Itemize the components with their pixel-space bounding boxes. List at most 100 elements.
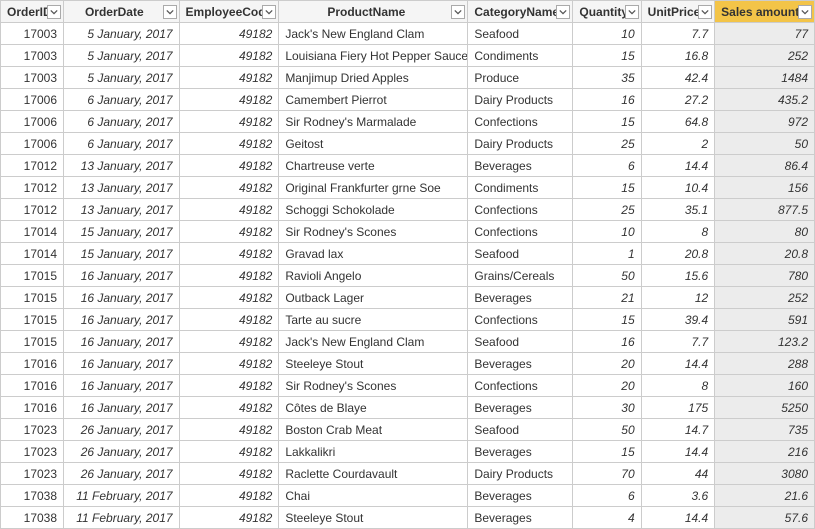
table-row[interactable]: 1701213 January, 201749182Original Frank… <box>1 177 815 199</box>
table-row[interactable]: 1701415 January, 201749182Sir Rodney's S… <box>1 221 815 243</box>
cell-employeecode: 49182 <box>179 375 279 397</box>
cell-orderid: 17003 <box>1 45 64 67</box>
cell-productname: Jack's New England Clam <box>279 23 468 45</box>
cell-orderid: 17006 <box>1 133 64 155</box>
cell-orderdate: 15 January, 2017 <box>64 243 180 265</box>
table-row[interactable]: 1702326 January, 201749182Boston Crab Me… <box>1 419 815 441</box>
table-row[interactable]: 1701516 January, 201749182Tarte au sucre… <box>1 309 815 331</box>
cell-categoryname: Grains/Cereals <box>468 265 573 287</box>
filter-dropdown-icon[interactable] <box>625 5 639 19</box>
cell-quantity: 70 <box>573 463 641 485</box>
cell-orderdate: 16 January, 2017 <box>64 353 180 375</box>
table-row[interactable]: 1702326 January, 201749182Raclette Courd… <box>1 463 815 485</box>
cell-orderdate: 13 January, 2017 <box>64 199 180 221</box>
cell-employeecode: 49182 <box>179 155 279 177</box>
column-header-categoryname[interactable]: CategoryName <box>468 1 573 23</box>
table-row[interactable]: 1701516 January, 201749182Jack's New Eng… <box>1 331 815 353</box>
table-row[interactable]: 1701415 January, 201749182Gravad laxSeaf… <box>1 243 815 265</box>
filter-dropdown-icon[interactable] <box>262 5 276 19</box>
cell-employeecode: 49182 <box>179 287 279 309</box>
cell-orderdate: 16 January, 2017 <box>64 265 180 287</box>
table-row[interactable]: 1701616 January, 201749182Sir Rodney's S… <box>1 375 815 397</box>
cell-categoryname: Confections <box>468 375 573 397</box>
table-row[interactable]: 170035 January, 201749182Jack's New Engl… <box>1 23 815 45</box>
cell-unitprice: 35.1 <box>641 199 715 221</box>
cell-productname: Chartreuse verte <box>279 155 468 177</box>
cell-salesamount: 780 <box>715 265 815 287</box>
filter-dropdown-icon[interactable] <box>47 5 61 19</box>
cell-categoryname: Beverages <box>468 485 573 507</box>
table-row[interactable]: 170035 January, 201749182Louisiana Fiery… <box>1 45 815 67</box>
table-row[interactable]: 1702326 January, 201749182LakkalikriBeve… <box>1 441 815 463</box>
cell-orderid: 17003 <box>1 67 64 89</box>
column-header-label: OrderDate <box>85 5 144 19</box>
table-row[interactable]: 170066 January, 201749182Sir Rodney's Ma… <box>1 111 815 133</box>
column-header-label: Quantity <box>579 5 628 19</box>
cell-productname: Steeleye Stout <box>279 353 468 375</box>
cell-productname: Côtes de Blaye <box>279 397 468 419</box>
filter-dropdown-icon[interactable] <box>556 5 570 19</box>
column-header-salesamount[interactable]: Sales amount <box>715 1 815 23</box>
cell-quantity: 15 <box>573 177 641 199</box>
cell-quantity: 1 <box>573 243 641 265</box>
cell-quantity: 50 <box>573 265 641 287</box>
cell-employeecode: 49182 <box>179 177 279 199</box>
cell-categoryname: Beverages <box>468 287 573 309</box>
cell-employeecode: 49182 <box>179 133 279 155</box>
cell-salesamount: 435.2 <box>715 89 815 111</box>
cell-productname: Lakkalikri <box>279 441 468 463</box>
table-row[interactable]: 1703811 February, 201749182ChaiBeverages… <box>1 485 815 507</box>
cell-orderid: 17015 <box>1 309 64 331</box>
column-header-label: Sales amount <box>721 5 799 19</box>
table-row[interactable]: 1701213 January, 201749182Chartreuse ver… <box>1 155 815 177</box>
cell-orderid: 17016 <box>1 353 64 375</box>
cell-unitprice: 12 <box>641 287 715 309</box>
filter-dropdown-icon[interactable] <box>798 5 812 19</box>
table-row[interactable]: 170066 January, 201749182Camembert Pierr… <box>1 89 815 111</box>
table-row[interactable]: 1701616 January, 201749182Steeleye Stout… <box>1 353 815 375</box>
cell-quantity: 50 <box>573 419 641 441</box>
cell-salesamount: 86.4 <box>715 155 815 177</box>
cell-orderdate: 11 February, 2017 <box>64 485 180 507</box>
cell-orderdate: 16 January, 2017 <box>64 331 180 353</box>
filter-dropdown-icon[interactable] <box>451 5 465 19</box>
column-header-orderid[interactable]: OrderID <box>1 1 64 23</box>
cell-employeecode: 49182 <box>179 199 279 221</box>
table-row[interactable]: 1701516 January, 201749182Ravioli Angelo… <box>1 265 815 287</box>
table-row[interactable]: 170035 January, 201749182Manjimup Dried … <box>1 67 815 89</box>
cell-orderid: 17023 <box>1 463 64 485</box>
table-row[interactable]: 1701516 January, 201749182Outback LagerB… <box>1 287 815 309</box>
column-header-unitprice[interactable]: UnitPrice <box>641 1 715 23</box>
column-header-productname[interactable]: ProductName <box>279 1 468 23</box>
table-row[interactable]: 1701213 January, 201749182Schoggi Schoko… <box>1 199 815 221</box>
cell-employeecode: 49182 <box>179 419 279 441</box>
cell-unitprice: 14.4 <box>641 441 715 463</box>
column-header-orderdate[interactable]: OrderDate <box>64 1 180 23</box>
column-header-employeecode[interactable]: EmployeeCode <box>179 1 279 23</box>
cell-salesamount: 80 <box>715 221 815 243</box>
cell-categoryname: Seafood <box>468 331 573 353</box>
cell-salesamount: 3080 <box>715 463 815 485</box>
table-row[interactable]: 170066 January, 201749182GeitostDairy Pr… <box>1 133 815 155</box>
filter-dropdown-icon[interactable] <box>163 5 177 19</box>
cell-employeecode: 49182 <box>179 485 279 507</box>
cell-salesamount: 972 <box>715 111 815 133</box>
cell-salesamount: 252 <box>715 287 815 309</box>
column-header-quantity[interactable]: Quantity <box>573 1 641 23</box>
cell-employeecode: 49182 <box>179 67 279 89</box>
cell-salesamount: 591 <box>715 309 815 331</box>
cell-unitprice: 14.4 <box>641 353 715 375</box>
cell-orderdate: 13 January, 2017 <box>64 177 180 199</box>
cell-quantity: 6 <box>573 485 641 507</box>
cell-quantity: 15 <box>573 309 641 331</box>
cell-orderid: 17006 <box>1 89 64 111</box>
cell-orderid: 17012 <box>1 155 64 177</box>
cell-unitprice: 7.7 <box>641 331 715 353</box>
filter-dropdown-icon[interactable] <box>698 5 712 19</box>
table-row[interactable]: 1701616 January, 201749182Côtes de Blaye… <box>1 397 815 419</box>
cell-quantity: 20 <box>573 375 641 397</box>
data-table: OrderIDOrderDateEmployeeCodeProductNameC… <box>0 0 815 529</box>
cell-employeecode: 49182 <box>179 441 279 463</box>
cell-productname: Sir Rodney's Scones <box>279 375 468 397</box>
cell-quantity: 6 <box>573 155 641 177</box>
